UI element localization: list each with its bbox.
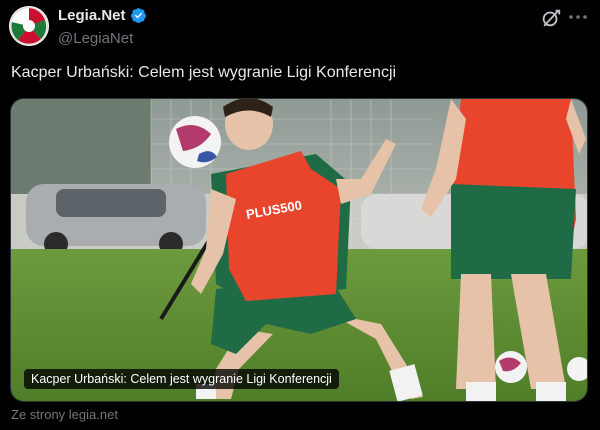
more-options-icon[interactable] xyxy=(566,5,590,29)
handle[interactable]: @LegiaNet xyxy=(58,30,133,47)
grok-icon[interactable] xyxy=(540,7,562,29)
name-row: Legia.Net xyxy=(58,7,147,24)
tweet-header: Legia.Net @LegiaNet xyxy=(0,0,600,56)
link-source[interactable]: Ze strony legia.net xyxy=(11,407,118,422)
football-training-photo: PLUS500 xyxy=(11,99,587,401)
legia-net-logo-icon xyxy=(9,6,49,46)
display-name[interactable]: Legia.Net xyxy=(58,7,126,24)
avatar[interactable] xyxy=(9,6,49,46)
tweet-text: Kacper Urbański: Celem jest wygranie Lig… xyxy=(11,64,397,81)
link-card-caption: Kacper Urbański: Celem jest wygranie Lig… xyxy=(24,369,339,389)
link-card[interactable]: PLUS500 Kacper Urbański: Celem jest wygr… xyxy=(10,98,588,402)
verified-badge-icon xyxy=(130,8,146,24)
